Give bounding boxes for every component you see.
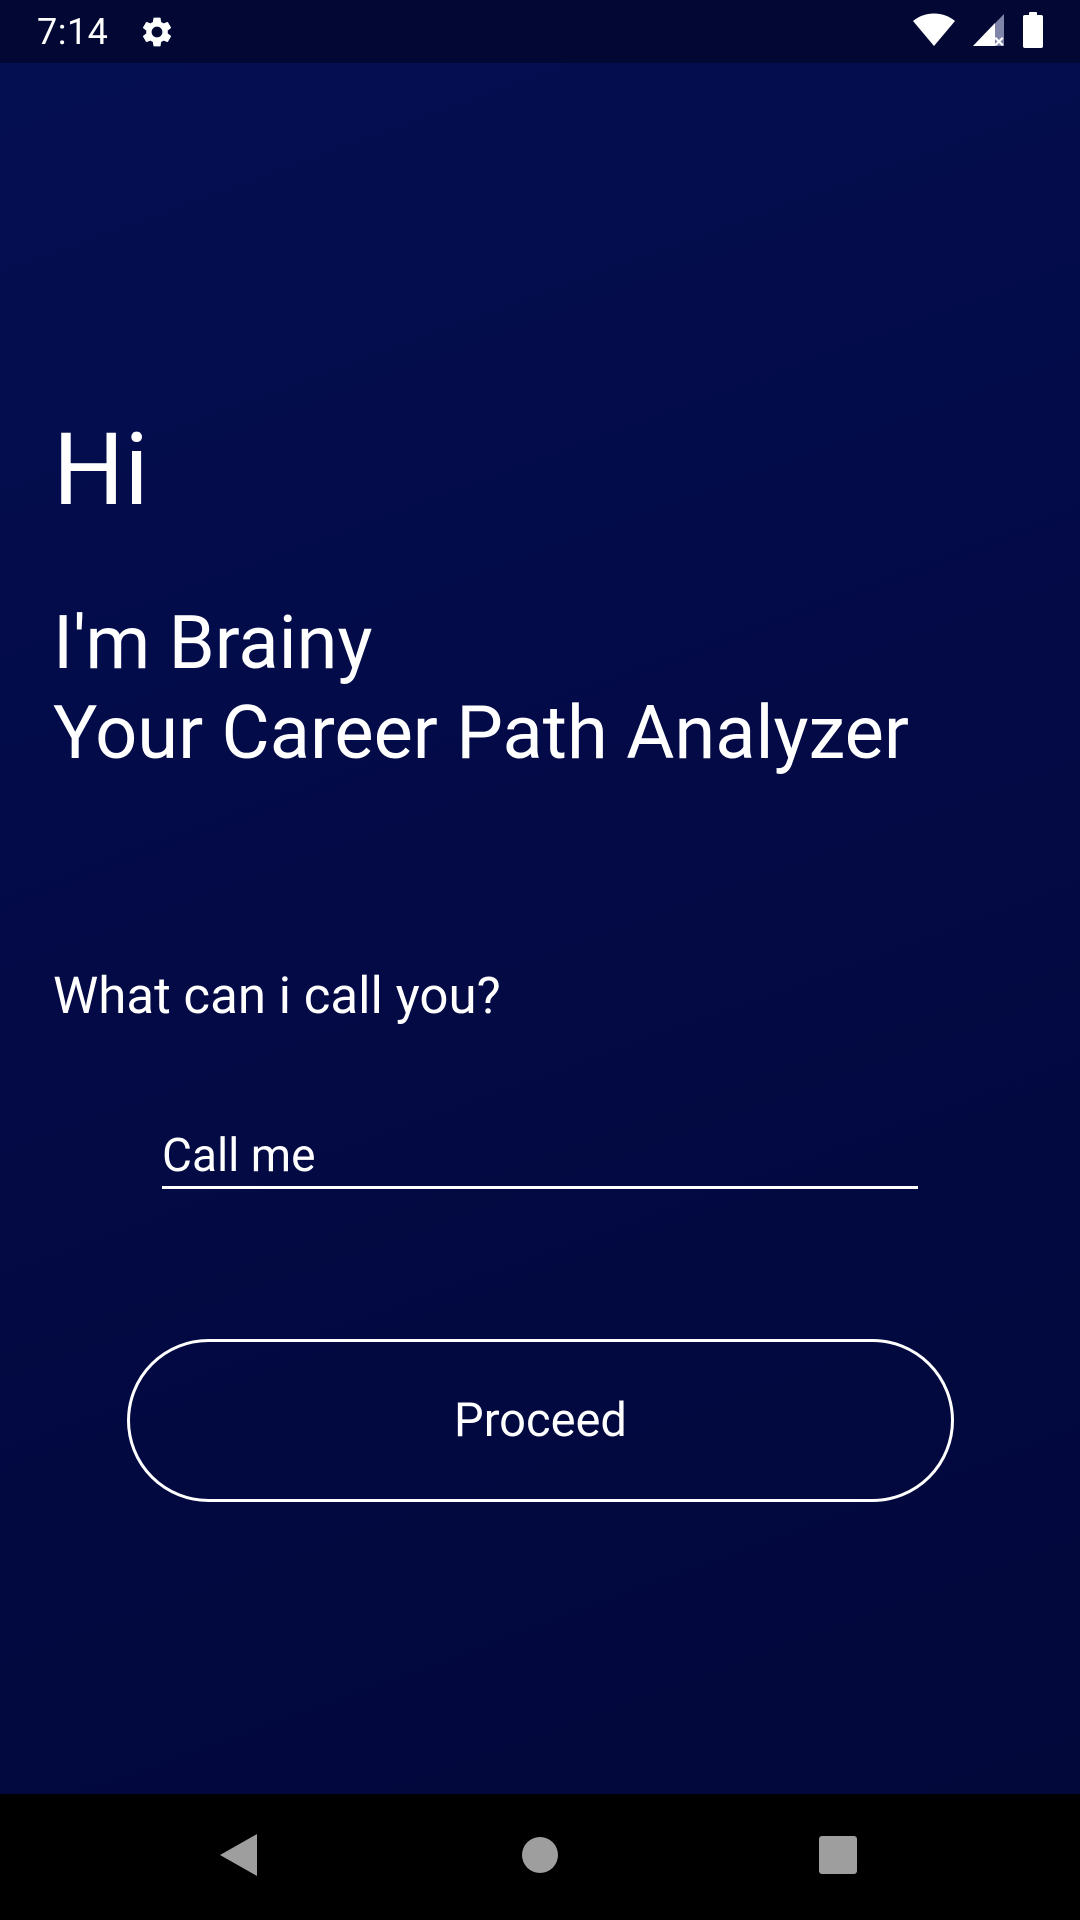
greeting-name: I'm Brainy (53, 600, 373, 687)
back-icon (217, 1832, 259, 1882)
recents-button[interactable] (805, 1824, 871, 1890)
proceed-button[interactable]: Proceed (127, 1339, 954, 1502)
back-button[interactable] (205, 1824, 271, 1890)
name-input[interactable] (162, 1126, 918, 1189)
app-content: Hi I'm Brainy Your Career Path Analyzer … (0, 63, 1080, 1794)
recents-icon (818, 1835, 858, 1879)
battery-icon (1022, 12, 1044, 52)
greeting-hi: Hi (53, 412, 149, 529)
greeting-subtitle: Your Career Path Analyzer (53, 690, 909, 777)
status-icons (912, 12, 1044, 52)
status-time: 7:14 (37, 11, 109, 53)
wifi-icon (912, 13, 956, 51)
name-question: What can i call you? (53, 967, 501, 1026)
home-icon (520, 1835, 560, 1879)
status-bar: 7:14 (0, 0, 1080, 63)
home-button[interactable] (507, 1824, 573, 1890)
settings-gear-icon (139, 14, 175, 50)
navigation-bar (0, 1794, 1080, 1920)
signal-icon (972, 13, 1006, 51)
